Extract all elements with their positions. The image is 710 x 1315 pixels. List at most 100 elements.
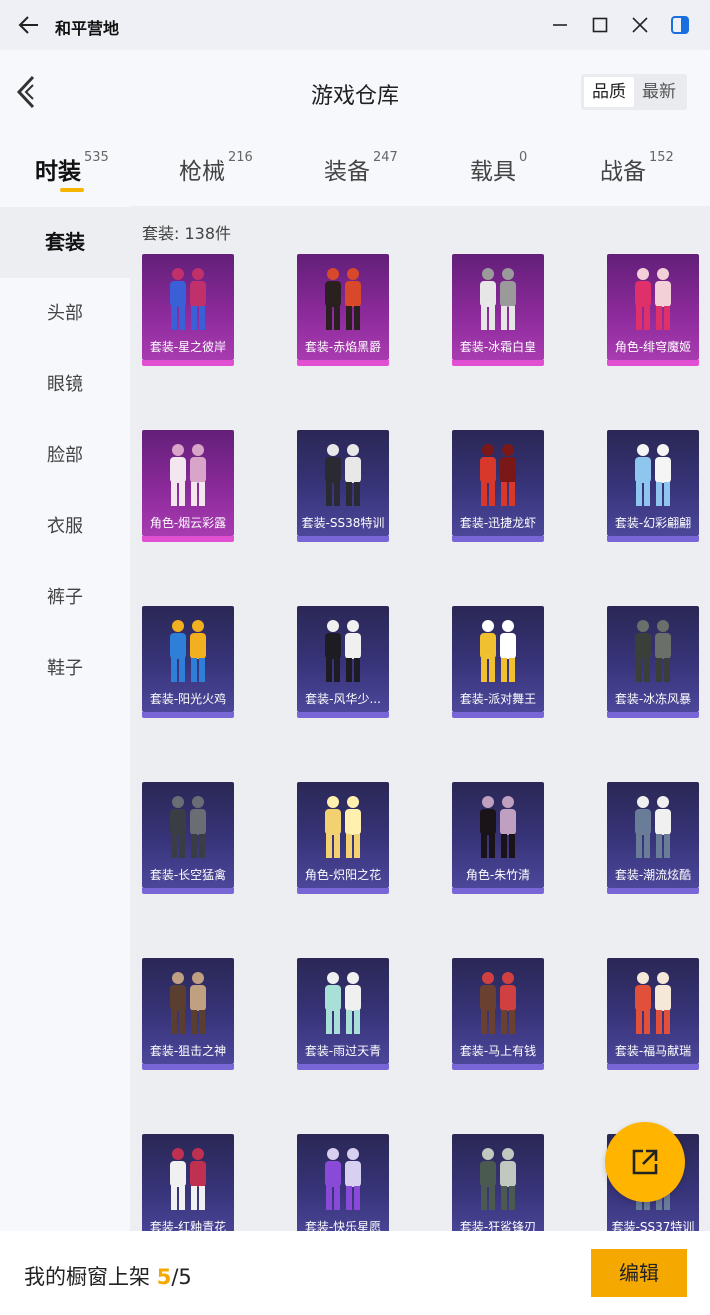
item-name: 套装-马上有钱 — [459, 1044, 537, 1058]
item-card[interactable]: 套装-红釉青花 — [142, 1134, 234, 1231]
sort-by-newest[interactable]: 最新 — [634, 77, 684, 107]
sidebar-item-outfits[interactable]: 套装 — [0, 207, 130, 278]
item-name: 套装-快乐星愿 — [304, 1220, 382, 1231]
sidebar-item-pants[interactable]: 裤子 — [0, 562, 130, 633]
page-header: 游戏仓库 品质 最新 — [0, 50, 710, 140]
tab-count: 247 — [373, 150, 398, 165]
outfit-figure-icon — [325, 1148, 361, 1210]
rarity-bar — [452, 888, 544, 894]
back-arrow-icon[interactable] — [16, 12, 42, 38]
item-card[interactable]: 套装-阳光火鸡 — [142, 606, 234, 718]
minimize-icon[interactable] — [547, 12, 573, 38]
tab-supplies[interactable]: 战备152 — [600, 150, 674, 186]
item-thumbnail: 套装-派对舞王 — [452, 606, 544, 712]
item-card[interactable]: 套装-快乐星愿 — [297, 1134, 389, 1231]
tab-guns[interactable]: 枪械216 — [179, 150, 253, 186]
showcase-current-count: 5 — [156, 1265, 172, 1289]
item-name: 套装-冰霜白皇 — [459, 340, 537, 354]
item-thumbnail: 角色-烟云彩露 — [142, 430, 234, 536]
item-card[interactable]: 套装-SS38特训 — [297, 430, 389, 542]
rarity-bar — [452, 712, 544, 718]
rarity-bar — [297, 1064, 389, 1070]
item-name: 套装-红釉青花 — [149, 1220, 227, 1231]
item-thumbnail: 套装-狂鲨锋刃 — [452, 1134, 544, 1231]
item-thumbnail: 角色-绯穹魔姬 — [607, 254, 699, 360]
sidebar-item-glasses[interactable]: 眼镜 — [0, 349, 130, 420]
rarity-bar — [142, 712, 234, 718]
close-icon[interactable] — [627, 12, 653, 38]
item-name: 角色-炽阳之花 — [304, 868, 382, 882]
item-card[interactable]: 套装-雨过天青 — [297, 958, 389, 1070]
item-thumbnail: 套装-幻彩翩翩 — [607, 430, 699, 536]
item-card[interactable]: 角色-炽阳之花 — [297, 782, 389, 894]
item-name: 套装-狂鲨锋刃 — [459, 1220, 537, 1231]
item-card[interactable]: 角色-绯穹魔姬 — [607, 254, 699, 366]
sidebar-item-head[interactable]: 头部 — [0, 278, 130, 349]
sidebar-item-clothes[interactable]: 衣服 — [0, 491, 130, 562]
item-name: 角色-绯穹魔姬 — [614, 340, 692, 354]
item-thumbnail: 套装-雨过天青 — [297, 958, 389, 1064]
tab-count: 0 — [519, 150, 528, 165]
rarity-bar — [142, 360, 234, 366]
item-card[interactable]: 套装-迅捷龙虾 — [452, 430, 544, 542]
item-card[interactable]: 套装-长空猛禽 — [142, 782, 234, 894]
item-card[interactable]: 套装-冰冻风暴 — [607, 606, 699, 718]
item-card[interactable]: 套装-幻彩翩翩 — [607, 430, 699, 542]
item-thumbnail: 角色-朱竹清 — [452, 782, 544, 888]
rarity-bar — [607, 712, 699, 718]
item-grid-panel: 套装: 138件 套装-星之彼岸 套装-赤焰黑爵 套装-冰霜白皇 角色-绯穹魔姬 角色-… — [130, 206, 710, 1231]
rarity-bar — [607, 1064, 699, 1070]
maximize-icon[interactable] — [587, 12, 613, 38]
item-thumbnail: 套装-马上有钱 — [452, 958, 544, 1064]
tab-vehicles[interactable]: 载具0 — [470, 150, 528, 186]
rarity-bar — [297, 536, 389, 542]
sort-toggle: 品质 最新 — [581, 74, 687, 110]
item-name: 套装-SS38特训 — [301, 516, 385, 530]
item-card[interactable]: 套装-福马献瑞 — [607, 958, 699, 1070]
outfit-figure-icon — [170, 1148, 206, 1210]
tab-fashion[interactable]: 时装535 — [35, 150, 109, 186]
item-card[interactable]: 套装-派对舞王 — [452, 606, 544, 718]
edit-button[interactable]: 编辑 — [591, 1249, 687, 1297]
item-card[interactable]: 套装-风华少... — [297, 606, 389, 718]
item-card[interactable]: 角色-朱竹清 — [452, 782, 544, 894]
sub-category-sidebar: 套装 头部 眼镜 脸部 衣服 裤子 鞋子 — [0, 206, 130, 1231]
item-name: 套装-风华少... — [305, 692, 381, 706]
category-tabs: 时装535 枪械216 装备247 载具0 战备152 — [0, 140, 710, 206]
outfit-figure-icon — [480, 1148, 516, 1210]
item-card[interactable]: 角色-烟云彩露 — [142, 430, 234, 542]
item-name: 套装-阳光火鸡 — [149, 692, 227, 706]
item-card[interactable]: 套装-星之彼岸 — [142, 254, 234, 366]
rarity-bar — [607, 536, 699, 542]
item-name: 套装-派对舞王 — [459, 692, 537, 706]
item-card[interactable]: 套装-赤焰黑爵 — [297, 254, 389, 366]
item-card[interactable]: 套装-潮流炫酷 — [607, 782, 699, 894]
rarity-bar — [607, 360, 699, 366]
rarity-bar — [142, 1064, 234, 1070]
rarity-bar — [142, 888, 234, 894]
item-thumbnail: 套装-狙击之神 — [142, 958, 234, 1064]
item-thumbnail: 角色-炽阳之花 — [297, 782, 389, 888]
item-name: 套装-长空猛禽 — [149, 868, 227, 882]
item-thumbnail: 套装-快乐星愿 — [297, 1134, 389, 1231]
item-card[interactable]: 套装-冰霜白皇 — [452, 254, 544, 366]
tab-gear[interactable]: 装备247 — [324, 150, 398, 186]
sort-by-quality[interactable]: 品质 — [584, 77, 634, 107]
side-panel-icon[interactable] — [667, 12, 693, 38]
item-name: 套装-迅捷龙虾 — [459, 516, 537, 530]
window-title: 和平营地 — [55, 19, 120, 38]
sidebar-item-face[interactable]: 脸部 — [0, 420, 130, 491]
share-button[interactable] — [605, 1122, 685, 1202]
rarity-bar — [297, 360, 389, 366]
item-name: 套装-冰冻风暴 — [614, 692, 692, 706]
item-card[interactable]: 套装-狂鲨锋刃 — [452, 1134, 544, 1231]
window-titlebar: 和平营地 — [0, 0, 710, 50]
active-tab-indicator — [60, 188, 84, 192]
item-thumbnail: 套装-冰冻风暴 — [607, 606, 699, 712]
item-card[interactable]: 套装-马上有钱 — [452, 958, 544, 1070]
item-card[interactable]: 套装-狙击之神 — [142, 958, 234, 1070]
rarity-bar — [452, 1064, 544, 1070]
sidebar-item-shoes[interactable]: 鞋子 — [0, 633, 130, 704]
showcase-total-count: /5 — [171, 1265, 192, 1289]
item-thumbnail: 套装-长空猛禽 — [142, 782, 234, 888]
